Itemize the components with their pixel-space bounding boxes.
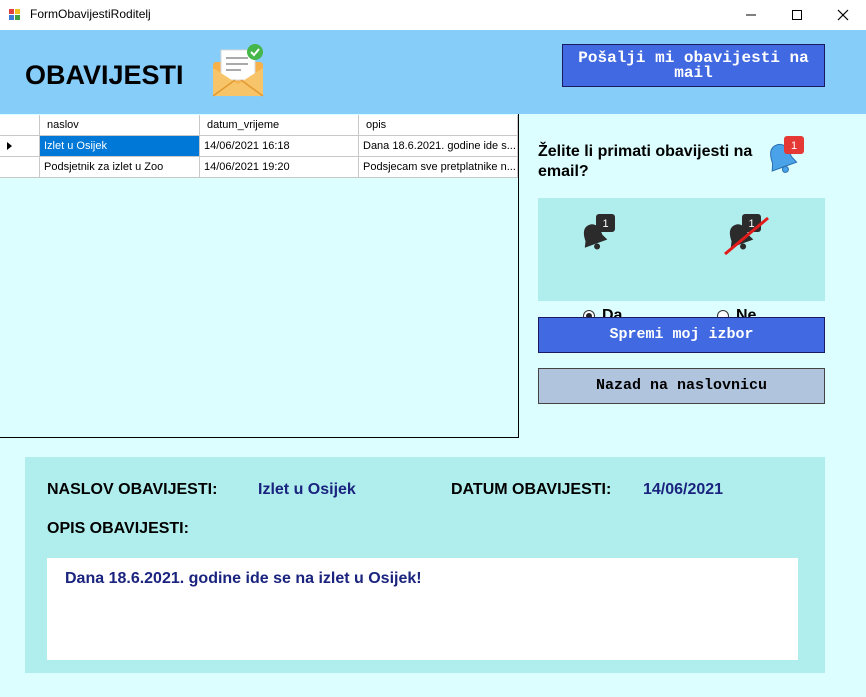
bell-notification-icon: 1	[583, 214, 615, 250]
send-notifications-mail-button[interactable]: Pošalji mi obavijesti na mail	[562, 44, 825, 87]
form-client-area: OBAVIJESTI Pošalji mi obavijesti na mail…	[0, 30, 866, 697]
email-preference-question: Želite li primati obavijesti na email?	[538, 143, 753, 180]
bell-badge-count: 1	[602, 218, 608, 230]
table-row[interactable]: Podsjetnik za izlet u Zoo 14/06/2021 19:…	[0, 157, 518, 178]
title-label: NASLOV OBAVIJESTI:	[47, 481, 218, 498]
column-header-datum-vrijeme[interactable]: datum_vrijeme	[200, 115, 359, 136]
header-bar: OBAVIJESTI Pošalji mi obavijesti na mail	[0, 30, 866, 114]
date-value: 14/06/2021	[643, 481, 724, 498]
current-row-arrow-icon	[7, 142, 12, 150]
email-choice-panel: 1 1 Da Ne	[538, 198, 825, 324]
grid-corner-cell	[0, 115, 40, 136]
minimize-button[interactable]	[728, 0, 774, 30]
bell-notification-icon: 1	[770, 136, 804, 173]
notification-details-panel: NASLOV OBAVIJESTI: Izlet u Osijek DATUM …	[25, 457, 825, 673]
table-cell-opis[interactable]: Podsjecam sve pretplatnike n...	[359, 157, 518, 178]
title-value: Izlet u Osijek	[258, 481, 356, 498]
save-choice-button[interactable]: Spremi moj izbor	[538, 317, 825, 353]
back-to-home-button[interactable]: Nazad na naslovnicu	[538, 368, 825, 404]
app-icon	[9, 9, 20, 20]
window-titlebar: FormObavijestiRoditelj	[0, 0, 866, 30]
window-title: FormObavijestiRoditelj	[30, 7, 151, 21]
column-header-naslov[interactable]: naslov	[40, 115, 200, 136]
row-header-cell[interactable]	[0, 136, 40, 157]
maximize-icon	[792, 10, 802, 20]
bell-crossed-icon: 1	[724, 214, 769, 256]
envelope-check-icon	[212, 44, 264, 97]
table-cell-datum-vrijeme[interactable]: 14/06/2021 16:18	[200, 136, 359, 157]
minimize-icon	[746, 14, 756, 16]
close-icon	[837, 9, 849, 21]
table-row[interactable]: Izlet u Osijek 14/06/2021 16:18 Dana 18.…	[0, 136, 518, 157]
table-cell-naslov[interactable]: Izlet u Osijek	[40, 136, 200, 157]
bell-badge-count: 1	[791, 140, 797, 152]
date-label: DATUM OBAVIJESTI:	[451, 481, 612, 498]
table-cell-datum-vrijeme[interactable]: 14/06/2021 19:20	[200, 157, 359, 178]
table-cell-opis[interactable]: Dana 18.6.2021. godine ide s...	[359, 136, 518, 157]
description-label: OPIS OBAVIJESTI:	[47, 520, 189, 537]
grid-header-row: naslov datum_vrijeme opis	[0, 115, 518, 136]
maximize-button[interactable]	[774, 0, 820, 30]
column-header-opis[interactable]: opis	[359, 115, 518, 136]
close-button[interactable]	[820, 0, 866, 30]
page-title: OBAVIJESTI	[25, 60, 184, 90]
row-header-cell[interactable]	[0, 157, 40, 178]
description-box: Dana 18.6.2021. godine ide se na izlet u…	[47, 558, 798, 660]
table-cell-naslov[interactable]: Podsjetnik za izlet u Zoo	[40, 157, 200, 178]
description-value: Dana 18.6.2021. godine ide se na izlet u…	[65, 570, 422, 587]
notifications-grid[interactable]: naslov datum_vrijeme opis Izlet u Osijek…	[0, 114, 519, 438]
